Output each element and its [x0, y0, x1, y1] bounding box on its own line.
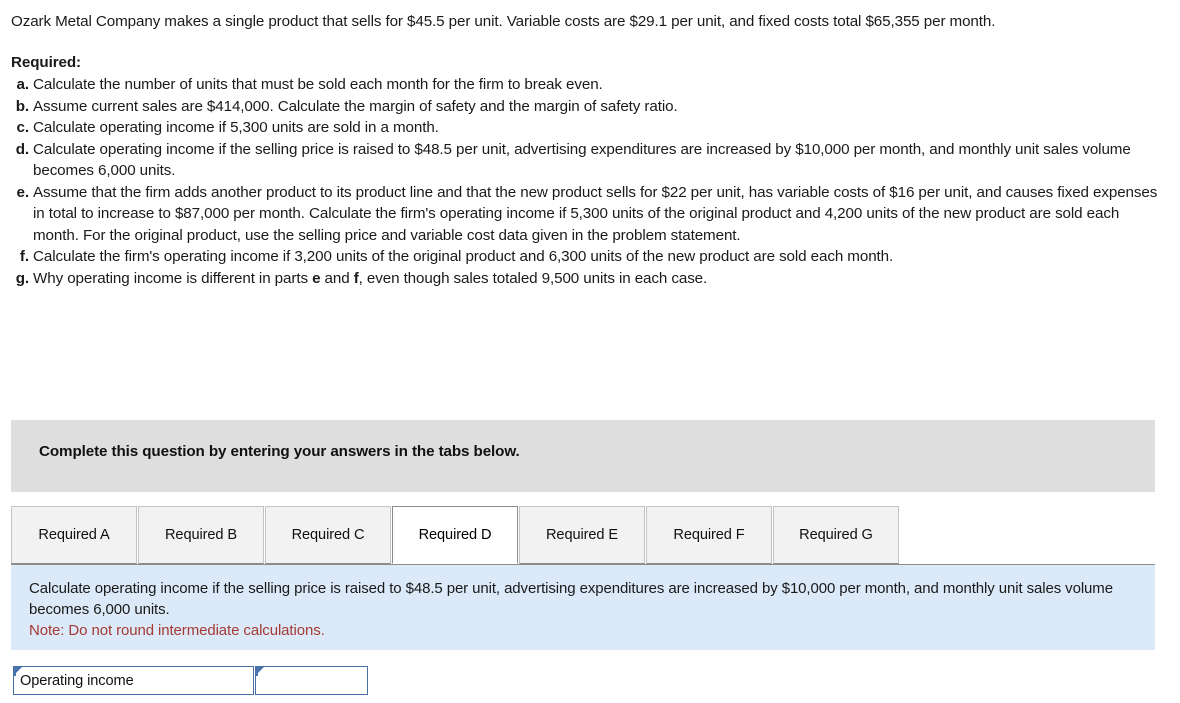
required-item-g-after: , even though sales totaled 9,500 units … — [358, 269, 708, 287]
required-item-c-text: Calculate operating income if 5,300 unit… — [33, 119, 439, 137]
required-item-e-marker: e. — [16, 183, 30, 201]
required-item-b: b. Assume current sales are $414,000. Ca… — [11, 96, 1164, 118]
problem-intro-text: Ozark Metal Company makes a single produ… — [11, 13, 996, 30]
requirement-instruction-panel: Calculate operating income if the sellin… — [11, 565, 1155, 650]
tab-label: Required B — [164, 527, 237, 543]
complete-question-banner: Complete this question by entering your … — [11, 420, 1155, 492]
required-item-c: c. Calculate operating income if 5,300 u… — [11, 117, 1164, 139]
required-item-d-marker: d. — [15, 140, 29, 158]
tab-required-a[interactable]: Required A — [11, 506, 137, 564]
tab-label: Required C — [291, 527, 365, 543]
operating-income-label-cell: Operating income — [13, 666, 254, 695]
tab-label: Required A — [38, 527, 110, 543]
required-item-c-marker: c. — [16, 119, 30, 137]
required-item-a-text: Calculate the number of units that must … — [33, 76, 603, 94]
required-item-f-marker: f. — [19, 248, 29, 266]
required-item-d: d. Calculate operating income if the sel… — [11, 139, 1164, 182]
requirement-instruction-note: Note: Do not round intermediate calculat… — [29, 622, 325, 639]
tab-label: Required G — [799, 527, 873, 543]
tab-label: Required F — [673, 527, 745, 543]
required-item-g: g. Why operating income is different in … — [11, 268, 1164, 290]
tab-required-c[interactable]: Required C — [265, 506, 391, 564]
required-item-e: e. Assume that the firm adds another pro… — [11, 182, 1164, 247]
answer-row: Operating income — [13, 666, 368, 695]
tab-required-g[interactable]: Required G — [773, 506, 899, 564]
tab-required-b[interactable]: Required B — [138, 506, 264, 564]
required-item-f: f. Calculate the firm's operating income… — [11, 246, 1164, 268]
tab-label: Required D — [418, 527, 492, 543]
required-item-a: a. Calculate the number of units that mu… — [11, 74, 1164, 96]
tab-required-e[interactable]: Required E — [519, 506, 645, 564]
required-item-e-text: Assume that the firm adds another produc… — [33, 183, 1158, 244]
operating-income-input[interactable] — [256, 667, 367, 694]
tab-required-d[interactable]: Required D — [392, 506, 518, 564]
required-item-g-before: Why operating income is different in par… — [33, 269, 313, 287]
required-item-a-marker: a. — [16, 76, 30, 94]
required-item-g-marker: g. — [15, 269, 29, 287]
required-item-d-text: Calculate operating income if the sellin… — [33, 140, 1131, 180]
tab-label: Required E — [545, 527, 618, 543]
tab-required-f[interactable]: Required F — [646, 506, 772, 564]
operating-income-input-cell[interactable] — [255, 666, 368, 695]
required-item-b-marker: b. — [15, 97, 29, 115]
required-heading: Required: — [11, 53, 81, 71]
required-item-f-text: Calculate the firm's operating income if… — [33, 248, 894, 266]
operating-income-label: Operating income — [20, 672, 134, 689]
required-block: Required: a. Calculate the number of uni… — [0, 52, 1180, 290]
requirement-tabstrip: Required A Required B Required C Required D… — [11, 506, 1155, 565]
required-item-b-text: Assume current sales are $414,000. Calcu… — [33, 97, 678, 115]
required-item-g-text: Why operating income is different in par… — [33, 270, 707, 287]
complete-question-banner-text: Complete this question by entering your … — [39, 443, 520, 460]
requirement-instruction-text: Calculate operating income if the sellin… — [29, 580, 1113, 618]
required-item-g-middle: and — [320, 269, 354, 287]
